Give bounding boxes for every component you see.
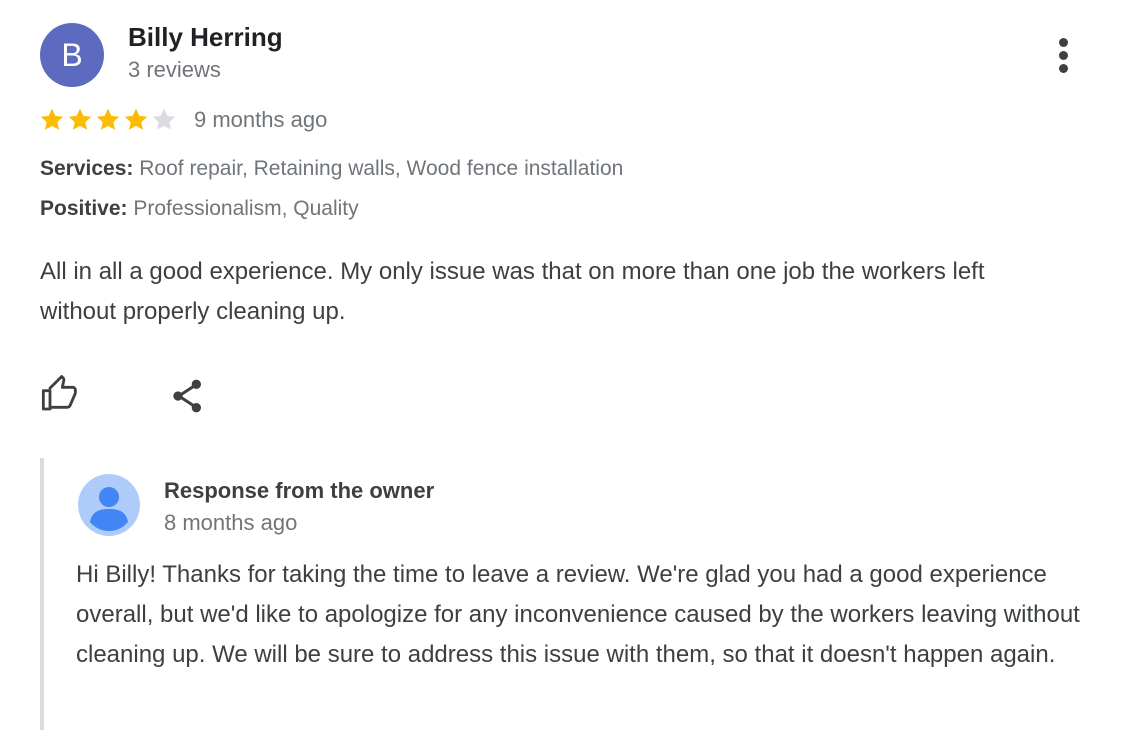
star-empty-icon bbox=[152, 108, 176, 130]
reviewer-avatar[interactable]: B bbox=[40, 23, 104, 87]
more-dot bbox=[1059, 51, 1068, 60]
services-label: Services: bbox=[40, 157, 134, 180]
more-dot bbox=[1059, 64, 1068, 73]
positive-value: Professionalism, Quality bbox=[133, 197, 359, 220]
star-filled-icon bbox=[40, 108, 64, 130]
review-count: 3 reviews bbox=[128, 57, 221, 82]
star-filled-icon bbox=[124, 108, 148, 130]
owner-avatar-icon bbox=[78, 474, 140, 536]
positive-row: Positive: Professionalism, Quality bbox=[40, 197, 359, 221]
thumbs-up-icon[interactable] bbox=[40, 374, 80, 414]
review-text: All in all a good experience. My only is… bbox=[40, 258, 985, 325]
services-value: Roof repair, Retaining walls, Wood fence… bbox=[139, 157, 624, 180]
more-vert-icon[interactable] bbox=[1048, 34, 1080, 76]
star-rating bbox=[38, 106, 178, 134]
star-filled-icon bbox=[68, 108, 92, 130]
review-card: B Billy Herring 3 reviews 9 months ago S… bbox=[0, 0, 1126, 752]
owner-response-label: Response from the owner bbox=[164, 478, 435, 503]
reviewer-name[interactable]: Billy Herring bbox=[128, 22, 283, 53]
rating-row: 9 months ago bbox=[38, 102, 327, 138]
star-filled-icon bbox=[96, 108, 120, 130]
more-dot bbox=[1059, 38, 1068, 47]
owner-response: Response from the owner 8 months ago Hi … bbox=[40, 458, 1104, 730]
share-icon[interactable] bbox=[168, 376, 208, 416]
owner-response-time: 8 months ago bbox=[164, 510, 298, 535]
owner-response-text: Hi Billy! Thanks for taking the time to … bbox=[76, 561, 1080, 668]
review-time: 9 months ago bbox=[194, 107, 328, 132]
services-row: Services: Roof repair, Retaining walls, … bbox=[40, 157, 623, 181]
positive-label: Positive: bbox=[40, 197, 128, 220]
